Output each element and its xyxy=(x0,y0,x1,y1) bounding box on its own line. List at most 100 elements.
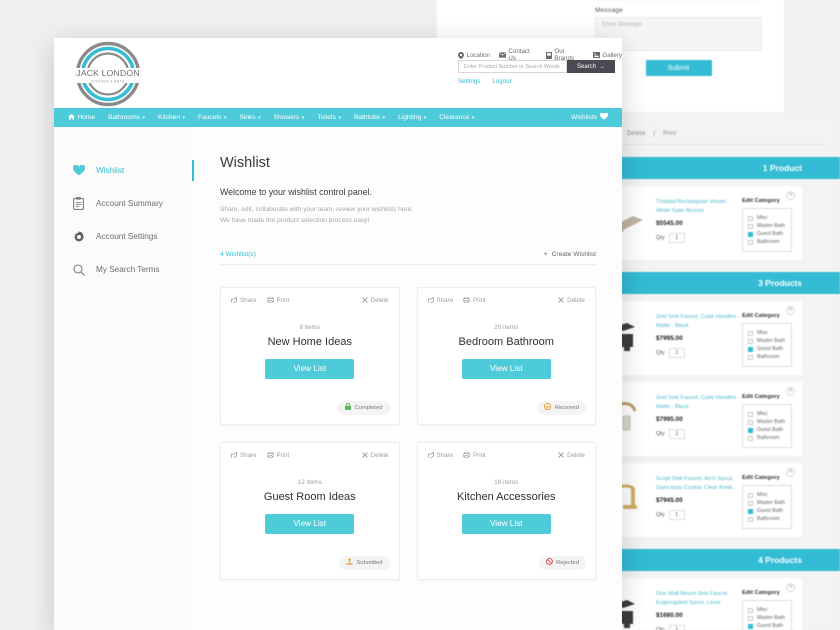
wishlist-card[interactable]: Share Print Delete 20 items Bedroom Bath… xyxy=(416,286,596,425)
bg-category-option[interactable]: Misc xyxy=(748,215,786,221)
sidebar-item-wishlist[interactable]: Wishlist xyxy=(54,154,194,187)
checkbox-icon[interactable] xyxy=(748,330,753,336)
checkbox-icon[interactable] xyxy=(748,508,753,514)
bg-submit-button[interactable]: Submit xyxy=(645,60,712,76)
utility-link-location[interactable]: Location xyxy=(458,51,490,59)
bg-category-option[interactable]: Misc xyxy=(748,330,786,336)
view-list-button[interactable]: View List xyxy=(461,358,551,379)
bg-category-option[interactable]: Bathroom xyxy=(748,435,786,441)
share-button[interactable]: Share xyxy=(427,296,453,305)
nav-item-kitchen[interactable]: Kitchen ▾ xyxy=(158,114,185,121)
checkbox-icon[interactable] xyxy=(748,231,753,237)
bg-category-option[interactable]: Bathroom xyxy=(748,239,786,245)
bg-qty-input[interactable]: 1 xyxy=(668,348,685,359)
view-list-button[interactable]: View List xyxy=(461,513,551,534)
bg-remove-icon[interactable]: ✕ xyxy=(786,387,795,396)
checkbox-icon[interactable] xyxy=(748,435,753,441)
logout-link[interactable]: Logout xyxy=(492,78,511,85)
bg-category-option[interactable]: Guest Bath xyxy=(748,508,786,514)
print-button[interactable]: Print xyxy=(462,296,486,305)
delete-button[interactable]: Delete xyxy=(361,296,389,305)
nav-item-bathrooms[interactable]: Bathrooms ▾ xyxy=(108,114,145,121)
checkbox-icon[interactable] xyxy=(748,492,753,498)
search-button[interactable]: Search → xyxy=(567,60,615,73)
bg-product-name[interactable]: One Wall Mount Sink Faucet, Englongated … xyxy=(656,590,742,607)
wishlist-card[interactable]: Share Print Delete 8 items New Home Idea… xyxy=(220,286,400,425)
bg-category-option[interactable]: Master Bath xyxy=(748,419,786,425)
checkbox-icon[interactable] xyxy=(748,623,753,629)
bg-qty-input[interactable]: 1 xyxy=(668,625,685,630)
checkbox-icon[interactable] xyxy=(748,500,753,506)
bg-category-option[interactable]: Master Bath xyxy=(748,615,786,621)
share-button[interactable]: Share xyxy=(231,296,257,305)
bg-qty-input[interactable]: 1 xyxy=(668,233,685,244)
checkbox-icon[interactable] xyxy=(748,215,753,221)
nav-item-sinks[interactable]: Sinks ▾ xyxy=(240,114,261,121)
wishlist-card[interactable]: Share Print Delete 12 items Guest Room I… xyxy=(220,441,400,580)
bg-category-option[interactable]: Misc xyxy=(748,607,786,613)
bg-category-option[interactable]: Guest Bath xyxy=(748,231,786,237)
bg-category-option[interactable]: Misc xyxy=(748,411,786,417)
bg-product-name[interactable]: Grid Sink Faucet, Cube Handles - Matte -… xyxy=(656,313,742,330)
bg-category-option[interactable]: Guest Bath xyxy=(748,346,786,352)
print-button[interactable]: Print xyxy=(266,451,289,460)
view-list-button[interactable]: View List xyxy=(265,358,355,379)
checkbox-icon[interactable] xyxy=(748,223,753,229)
wishlist-card[interactable]: Share Print Delete 18 items Kitchen Acce… xyxy=(416,441,596,580)
delete-button[interactable]: Delete xyxy=(558,296,585,305)
print-button[interactable]: Print xyxy=(266,296,289,305)
checkbox-icon[interactable] xyxy=(748,346,753,352)
sidebar-item-account-summary[interactable]: Account Summary xyxy=(54,187,194,220)
view-list-button[interactable]: View List xyxy=(265,513,355,534)
bg-remove-icon[interactable]: ✕ xyxy=(786,583,795,592)
bg-category-option[interactable]: Master Bath xyxy=(748,500,786,506)
checkbox-icon[interactable] xyxy=(748,516,753,522)
nav-item-home[interactable]: Home xyxy=(68,113,95,122)
nav-item-toilets[interactable]: Toilets ▾ xyxy=(317,114,341,121)
bg-print-link[interactable]: Print xyxy=(663,131,676,137)
search-input[interactable]: Enter Product Number or Search Words xyxy=(458,60,567,73)
utility-link-gallery[interactable]: Gallery xyxy=(592,52,622,59)
checkbox-icon[interactable] xyxy=(748,338,753,344)
nav-item-wishlists[interactable]: Wishlists xyxy=(571,112,609,122)
bg-remove-icon[interactable]: ✕ xyxy=(786,191,795,200)
bg-category-option[interactable]: Bathroom xyxy=(748,354,786,360)
checkbox-icon[interactable] xyxy=(748,419,753,425)
bg-product-name[interactable]: Script Sink Faucet, Arch Spout, Saint-lo… xyxy=(656,475,742,492)
nav-item-clearance[interactable]: Clearance ▾ xyxy=(439,114,474,121)
nav-item-bathtubs[interactable]: Bathtubs ▾ xyxy=(354,114,385,121)
main-navigation: Home Bathrooms ▾ Kitchen ▾ Faucets ▾ Sin… xyxy=(54,108,622,127)
bg-qty-input[interactable]: 1 xyxy=(668,429,685,440)
bg-remove-icon[interactable]: ✕ xyxy=(786,468,795,477)
nav-item-showers[interactable]: Showers ▾ xyxy=(274,114,305,121)
bg-qty-input[interactable]: 1 xyxy=(668,510,685,521)
sidebar-item-my-search-terms[interactable]: My Search Terms xyxy=(54,253,194,286)
checkbox-icon[interactable] xyxy=(748,411,753,417)
nav-item-faucets[interactable]: Faucets ▾ xyxy=(198,114,226,121)
checkbox-icon[interactable] xyxy=(748,354,753,360)
bg-category-option[interactable]: Guest Bath xyxy=(748,427,786,433)
bg-category-option[interactable]: Master Bath xyxy=(748,223,786,229)
brand-logo[interactable]: JACK LONDON KITCHEN & BATH xyxy=(72,41,144,107)
bg-category-option[interactable]: Master Bath xyxy=(748,338,786,344)
bg-category-option[interactable]: Bathroom xyxy=(748,516,786,522)
checkbox-icon[interactable] xyxy=(748,615,753,621)
delete-button[interactable]: Delete xyxy=(558,451,585,460)
bg-product-name[interactable]: Trinidad Rectangular Vessel - White Sati… xyxy=(656,198,742,215)
sidebar-item-account-settings[interactable]: Account Settings xyxy=(54,220,194,253)
bg-category-option[interactable]: Misc xyxy=(748,492,786,498)
bg-delete-link[interactable]: Delete xyxy=(627,131,646,137)
checkbox-icon[interactable] xyxy=(748,607,753,613)
settings-link[interactable]: Settings xyxy=(458,78,480,85)
checkbox-icon[interactable] xyxy=(748,239,753,245)
delete-button[interactable]: Delete xyxy=(361,451,389,460)
checkbox-icon[interactable] xyxy=(748,427,753,433)
create-wishlist-button[interactable]: + Create Wishlist xyxy=(544,251,596,258)
share-button[interactable]: Share xyxy=(427,451,453,460)
print-button[interactable]: Print xyxy=(462,451,486,460)
bg-category-option[interactable]: Guest Bath xyxy=(748,623,786,629)
share-button[interactable]: Share xyxy=(231,451,257,460)
bg-remove-icon[interactable]: ✕ xyxy=(786,306,795,315)
bg-product-name[interactable]: Grid Sink Faucet, Cube Handles - Matte -… xyxy=(656,394,742,411)
nav-item-lighting[interactable]: Lighting ▾ xyxy=(398,114,426,121)
